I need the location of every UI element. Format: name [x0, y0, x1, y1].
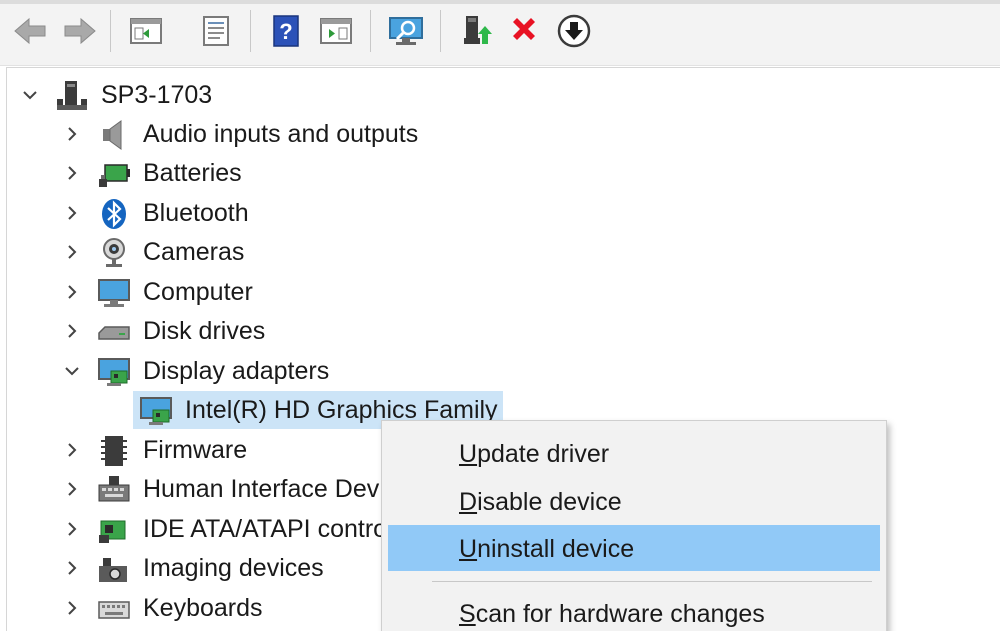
update-driver-button[interactable] [458, 13, 494, 49]
toolbar-separator [440, 10, 441, 52]
forward-button[interactable] [62, 13, 98, 49]
firmware-chip-icon [101, 436, 127, 466]
toolbar-separator [250, 10, 251, 52]
tree-item-label: Bluetooth [143, 199, 249, 227]
imaging-device-icon [99, 558, 127, 582]
tree-item-label: Firmware [143, 436, 248, 464]
tree-item-label: Batteries [143, 159, 242, 187]
access-key: U [459, 440, 478, 468]
label-rest: pdate driver [477, 440, 610, 468]
tree-item-bluetooth[interactable]: Bluetooth [7, 194, 1000, 232]
action-pane-button[interactable] [318, 13, 354, 49]
menu-item-label: Update driver [459, 439, 609, 469]
tree-item-label: Human Interface Dev [143, 475, 380, 503]
chevron-right-icon[interactable] [63, 439, 81, 461]
chevron-right-icon[interactable] [63, 478, 81, 500]
tree-item-batteries[interactable]: Batteries [7, 154, 1000, 192]
tree-item-label: Disk drives [143, 317, 266, 345]
tree-item-label: Display adapters [143, 357, 330, 385]
svg-text:?: ? [279, 19, 292, 44]
tree-root-label: SP3-1703 [101, 81, 213, 109]
chevron-down-icon[interactable] [63, 360, 81, 382]
ide-controller-icon [99, 520, 126, 543]
chevron-right-icon[interactable] [63, 518, 81, 540]
context-menu: Update driver Disable device Uninstall d… [381, 420, 887, 631]
tree-root[interactable]: SP3-1703 [7, 76, 1000, 114]
menu-separator [432, 581, 872, 582]
show-hide-tree-button[interactable] [128, 13, 164, 49]
toolbar: ? [0, 0, 1000, 66]
display-adapter-icon [140, 397, 172, 425]
scan-hardware-icon [389, 17, 423, 45]
scan-hardware-button[interactable] [388, 13, 424, 49]
webcam-icon [103, 238, 125, 267]
tree-item-label: IDE ATA/ATAPI control [143, 515, 393, 543]
chevron-right-icon[interactable] [63, 281, 81, 303]
properties-button[interactable] [198, 13, 234, 49]
tree-item-disk-drives[interactable]: Disk drives [7, 312, 1000, 350]
help-icon: ? [273, 15, 299, 47]
tree-item-audio[interactable]: Audio inputs and outputs [7, 115, 1000, 153]
show-hide-console-tree-icon [130, 18, 162, 44]
monitor-icon [98, 279, 130, 307]
label-rest: can for hardware changes [475, 600, 765, 628]
tree-item-label: Cameras [143, 238, 245, 266]
toolbar-separator [370, 10, 371, 52]
battery-icon [99, 164, 130, 187]
chevron-right-icon[interactable] [63, 162, 81, 184]
chevron-right-icon[interactable] [63, 202, 81, 224]
tree-item-label: Imaging devices [143, 554, 324, 582]
chevron-right-icon[interactable] [63, 320, 81, 342]
menu-item-label: Disable device [459, 487, 622, 517]
label-rest: isable device [477, 488, 622, 516]
label-rest: ninstall device [477, 535, 635, 563]
chevron-right-icon[interactable] [63, 557, 81, 579]
keyboard-icon [98, 601, 130, 619]
access-key: U [459, 535, 478, 563]
menu-item-label: Uninstall device [459, 534, 634, 564]
disable-device-icon [557, 14, 591, 48]
access-key: D [459, 488, 478, 516]
menu-item-label: Scan for hardware changes [459, 599, 765, 629]
menu-item-disable-device[interactable]: Disable device [388, 478, 880, 524]
bluetooth-icon [102, 199, 126, 229]
chevron-right-icon[interactable] [63, 241, 81, 263]
toolbar-separator [110, 10, 111, 52]
disable-device-button[interactable] [556, 13, 592, 49]
forward-icon [64, 17, 96, 45]
chevron-right-icon[interactable] [63, 597, 81, 619]
properties-icon [203, 16, 229, 46]
hid-keyboard-icon [98, 476, 130, 502]
computer-tower-icon [57, 81, 87, 110]
access-key: S [459, 600, 476, 628]
chevron-down-icon[interactable] [21, 84, 39, 106]
tree-item-label: Audio inputs and outputs [143, 120, 419, 148]
chevron-right-icon[interactable] [63, 123, 81, 145]
update-driver-icon [464, 16, 492, 44]
tree-item-computer[interactable]: Computer [7, 273, 1000, 311]
back-button[interactable] [12, 13, 48, 49]
action-pane-icon [320, 18, 352, 44]
help-button[interactable]: ? [268, 13, 304, 49]
tree-item-label: Computer [143, 278, 253, 306]
uninstall-icon [513, 18, 535, 40]
menu-bar-edge [0, 0, 1000, 4]
tree-item-label: Keyboards [143, 594, 263, 622]
speaker-icon [103, 120, 122, 150]
menu-item-scan-hardware[interactable]: Scan for hardware changes [388, 590, 880, 631]
tree-item-display-adapters[interactable]: Display adapters [7, 352, 1000, 390]
display-adapter-icon [98, 358, 130, 386]
back-icon [14, 17, 46, 45]
menu-item-uninstall-device[interactable]: Uninstall device [388, 525, 880, 571]
uninstall-button[interactable] [506, 13, 542, 49]
tree-item-cameras[interactable]: Cameras [7, 233, 1000, 271]
menu-item-update-driver[interactable]: Update driver [388, 430, 880, 476]
disk-drive-icon [98, 326, 130, 340]
